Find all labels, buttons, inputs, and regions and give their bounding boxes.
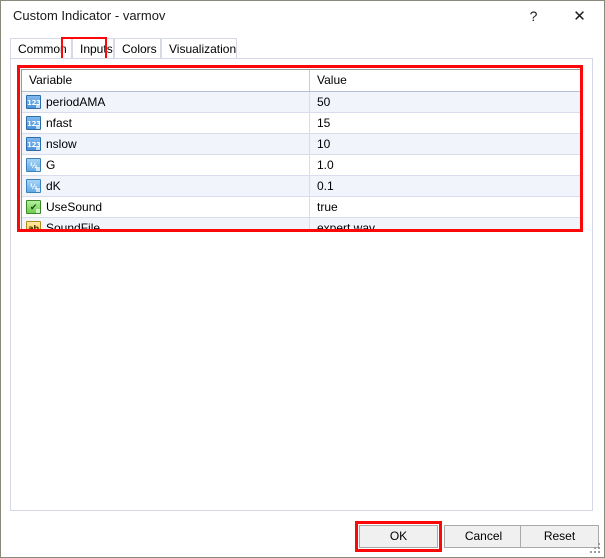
table-row[interactable]: ½ G 1.0 [22,155,582,176]
int-type-icon: 123 [26,116,41,130]
row-variable-cell[interactable]: ✔ UseSound [22,197,310,217]
resize-grip[interactable] [590,543,601,554]
reset-button[interactable]: Reset [520,525,599,548]
int-type-icon: 123 [26,137,41,151]
row-value-cell[interactable]: 10 [310,134,582,154]
table-row[interactable]: ½ dK 0.1 [22,176,582,197]
table-row[interactable]: 123 nslow 10 [22,134,582,155]
table-row[interactable]: ab SoundFile expert.wav [22,218,582,231]
int-type-icon: 123 [26,95,41,109]
row-value-cell[interactable]: 15 [310,113,582,133]
row-value-cell[interactable]: 1.0 [310,155,582,175]
variable-name: nfast [46,116,73,130]
row-variable-cell[interactable]: 123 nfast [22,113,310,133]
variable-name: nslow [46,137,77,151]
bool-type-icon: ✔ [26,200,41,214]
ok-button[interactable]: OK [359,525,438,548]
close-icon[interactable]: ✕ [557,1,602,32]
inputs-grid[interactable]: Variable Value 123 periodAMA 50 123 nfas… [21,69,583,231]
variable-name: dK [46,179,61,193]
row-variable-cell[interactable]: ab SoundFile [22,218,310,231]
row-variable-cell[interactable]: ½ G [22,155,310,175]
variable-name: G [46,158,56,172]
double-type-icon: ½ [26,158,41,172]
row-variable-cell[interactable]: ½ dK [22,176,310,196]
tab-visualization[interactable]: Visualization [161,38,237,58]
row-variable-cell[interactable]: 123 periodAMA [22,92,310,112]
tab-colors[interactable]: Colors [114,38,161,58]
variable-name: SoundFile [46,221,101,231]
grid-header-row: Variable Value [22,70,582,92]
help-icon[interactable]: ? [511,1,556,32]
table-row[interactable]: 123 nfast 15 [22,113,582,134]
double-type-icon: ½ [26,179,41,193]
tab-common[interactable]: Common [10,38,72,58]
cancel-button[interactable]: Cancel [444,525,523,548]
title-bar: Custom Indicator - varmov ? ✕ [1,1,604,32]
window-title: Custom Indicator - varmov [13,8,166,23]
inputs-tab-panel: Variable Value 123 periodAMA 50 123 nfas… [10,58,593,511]
row-variable-cell[interactable]: 123 nslow [22,134,310,154]
custom-indicator-dialog: Custom Indicator - varmov ? ✕ Common Inp… [0,0,605,558]
table-row[interactable]: ✔ UseSound true [22,197,582,218]
column-header-variable[interactable]: Variable [22,70,310,91]
table-row[interactable]: 123 periodAMA 50 [22,92,582,113]
row-value-cell[interactable]: expert.wav [310,218,582,230]
row-value-cell[interactable]: 50 [310,92,582,112]
variable-name: periodAMA [46,95,106,109]
column-header-value[interactable]: Value [310,70,582,91]
row-value-cell[interactable]: true [310,197,582,217]
tab-inputs[interactable]: Inputs [72,38,114,58]
row-value-cell[interactable]: 0.1 [310,176,582,196]
string-type-icon: ab [26,221,41,230]
variable-name: UseSound [46,200,103,214]
